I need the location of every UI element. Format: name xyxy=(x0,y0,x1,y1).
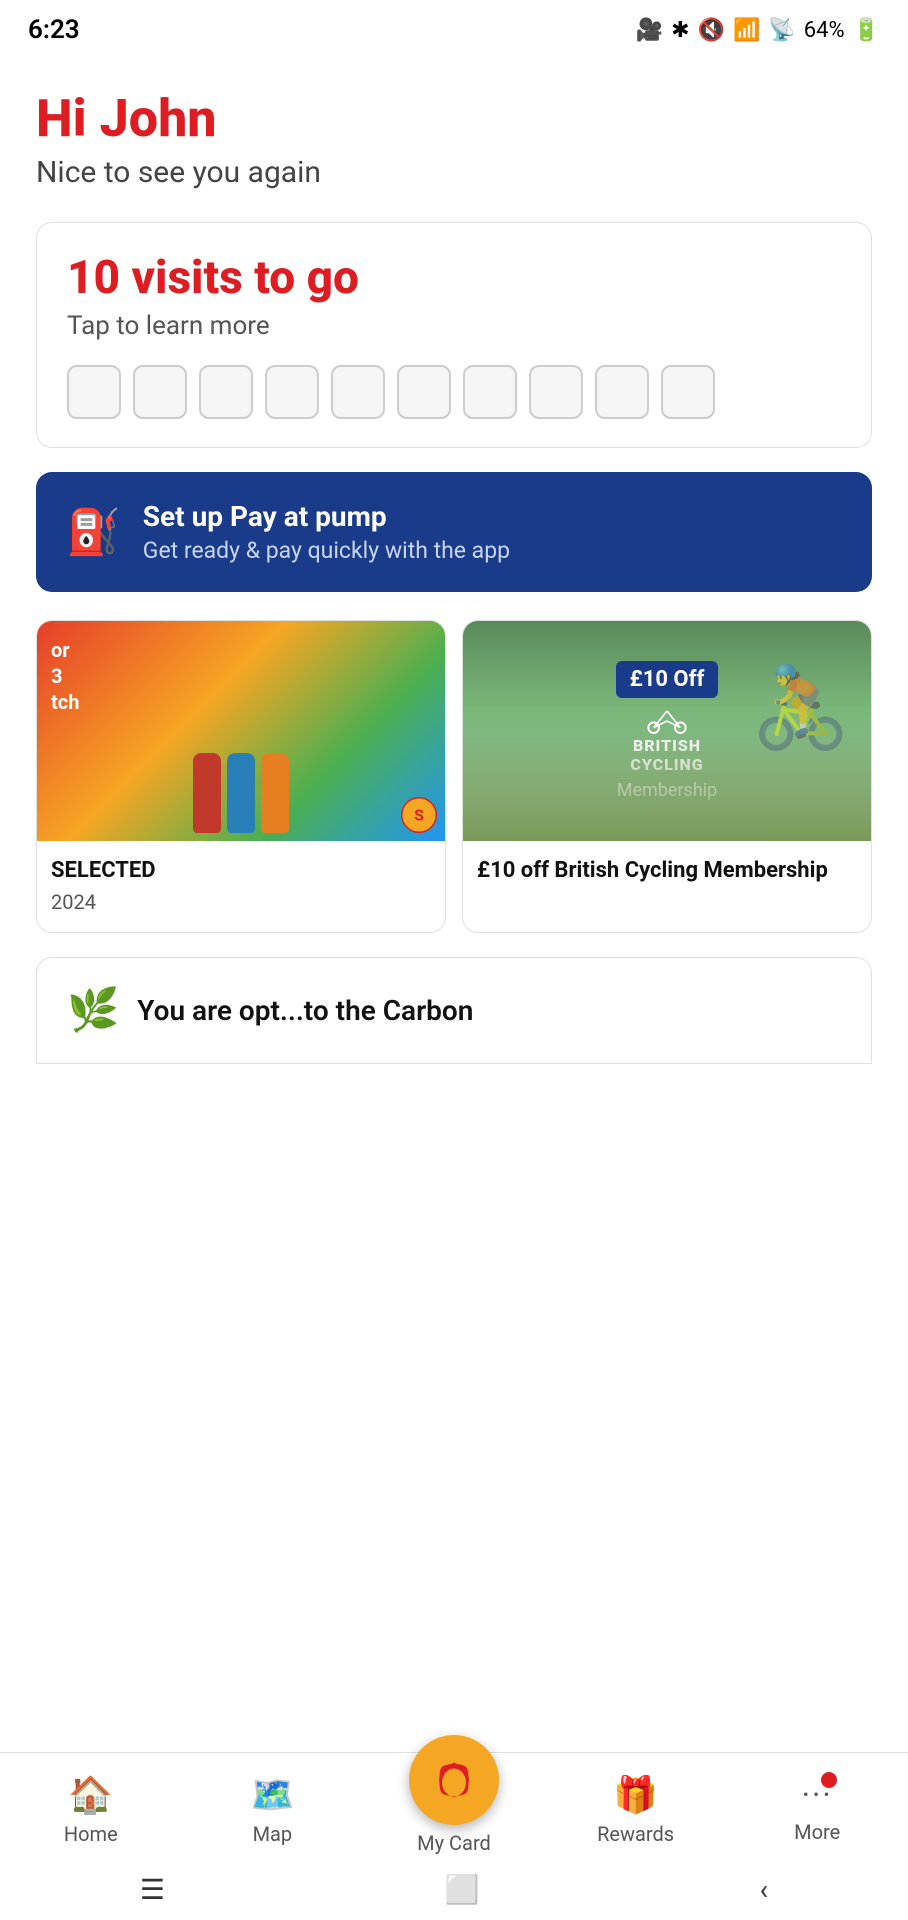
nav-rewards-label: Rewards xyxy=(597,1822,674,1846)
promos-row: or3tch S SELECTED 2024 xyxy=(0,620,908,933)
pump-icon: ⛽ xyxy=(66,506,121,558)
visit-box xyxy=(529,365,583,419)
battery-text: 64% xyxy=(804,18,845,43)
visit-box xyxy=(397,365,451,419)
bottle-orange xyxy=(261,753,289,833)
visit-box xyxy=(199,365,253,419)
greeting-subtitle: Nice to see you again xyxy=(36,155,872,190)
pump-text: Set up Pay at pump Get ready & pay quick… xyxy=(143,500,510,564)
bluetooth-icon: ✱ xyxy=(671,18,689,43)
drinks-promo-title: SELECTED xyxy=(51,857,431,886)
drinks-promo-body: SELECTED 2024 xyxy=(37,841,445,932)
visit-box xyxy=(661,365,715,419)
drinks-bg: or3tch S xyxy=(37,621,445,841)
bottom-navigation: 🏠 Home 🗺️ Map My Card 🎁 Rewards xyxy=(0,1752,908,1920)
visit-box xyxy=(133,365,187,419)
shell-logo-icon xyxy=(429,1755,479,1805)
nav-mycard[interactable]: My Card xyxy=(363,1765,545,1855)
visits-card[interactable]: 10 visits to go Tap to learn more xyxy=(36,222,872,448)
cycling-promo-body: £10 off British Cycling Membership xyxy=(463,841,871,904)
map-icon: 🗺️ xyxy=(250,1774,295,1816)
nav-home-label: Home xyxy=(64,1822,118,1846)
drinks-promo-card[interactable]: or3tch S SELECTED 2024 xyxy=(36,620,446,933)
drinks-promo-image: or3tch S xyxy=(37,621,445,841)
drinks-promo-detail: 2024 xyxy=(51,890,431,914)
drinks-label: or3tch xyxy=(51,637,79,715)
nav-mycard-label: My Card xyxy=(417,1831,491,1855)
status-icons: 🎥 ✱ 🔇 📶 📡 64% 🔋 xyxy=(636,18,880,43)
visit-box xyxy=(331,365,385,419)
cycling-discount-badge: £10 Off xyxy=(616,661,719,698)
video-icon: 🎥 xyxy=(636,18,663,43)
cycling-promo-image: 🚴 £10 Off BRITISHCYCLING Membership xyxy=(463,621,871,841)
bottle-red xyxy=(193,753,221,833)
nav-home[interactable]: 🏠 Home xyxy=(0,1774,182,1846)
pump-banner[interactable]: ⛽ Set up Pay at pump Get ready & pay qui… xyxy=(36,472,872,592)
notification-badge xyxy=(821,1772,837,1788)
carbon-section[interactable]: 🌿 You are opt...to the Carbon xyxy=(36,957,872,1064)
nav-map-label: Map xyxy=(253,1822,293,1846)
visit-box xyxy=(595,365,649,419)
status-bar: 6:23 🎥 ✱ 🔇 📶 📡 64% 🔋 xyxy=(0,0,908,60)
rewards-icon: 🎁 xyxy=(613,1774,658,1816)
carbon-text: You are opt...to the Carbon xyxy=(137,994,473,1027)
carbon-icon: 🌿 xyxy=(67,986,119,1035)
android-nav-bar: ☰ ⬜ ‹ xyxy=(0,1863,908,1920)
battery-icon: 🔋 xyxy=(853,18,880,43)
svg-text:S: S xyxy=(414,806,424,825)
pump-title: Set up Pay at pump xyxy=(143,500,510,533)
drinks-bottles xyxy=(193,753,289,833)
android-home-icon[interactable]: ⬜ xyxy=(445,1873,480,1906)
nav-map[interactable]: 🗺️ Map xyxy=(182,1774,364,1846)
visit-box xyxy=(265,365,319,419)
cycling-bg: 🚴 £10 Off BRITISHCYCLING Membership xyxy=(463,621,871,841)
status-time: 6:23 xyxy=(28,15,80,45)
visit-box xyxy=(463,365,517,419)
bottle-blue xyxy=(227,753,255,833)
nav-items: 🏠 Home 🗺️ Map My Card 🎁 Rewards xyxy=(0,1753,908,1863)
cycling-promo-card[interactable]: 🚴 £10 Off BRITISHCYCLING Membership xyxy=(462,620,872,933)
cycling-promo-title: £10 off British Cycling Membership xyxy=(477,857,857,886)
greeting-name: Hi John xyxy=(36,90,872,147)
android-back-icon[interactable]: ‹ xyxy=(760,1873,768,1906)
nav-rewards[interactable]: 🎁 Rewards xyxy=(545,1774,727,1846)
home-icon: 🏠 xyxy=(68,1774,113,1816)
mycard-button[interactable] xyxy=(409,1735,499,1825)
more-badge: ··· xyxy=(802,1776,833,1814)
signal-icon: 📡 xyxy=(768,18,795,43)
nav-more[interactable]: ··· More xyxy=(726,1776,908,1844)
main-content: Hi John Nice to see you again 10 visits … xyxy=(0,60,908,1064)
visits-sub: Tap to learn more xyxy=(67,311,841,341)
visit-box xyxy=(67,365,121,419)
mute-icon: 🔇 xyxy=(698,18,725,43)
nav-more-label: More xyxy=(794,1820,840,1844)
pump-subtitle: Get ready & pay quickly with the app xyxy=(143,537,510,564)
visits-count: 10 visits to go xyxy=(67,251,841,305)
shell-logo-small: S xyxy=(401,797,437,833)
visits-boxes xyxy=(67,365,841,419)
android-menu-icon[interactable]: ☰ xyxy=(140,1873,165,1906)
wifi-icon: 📶 xyxy=(733,18,760,43)
